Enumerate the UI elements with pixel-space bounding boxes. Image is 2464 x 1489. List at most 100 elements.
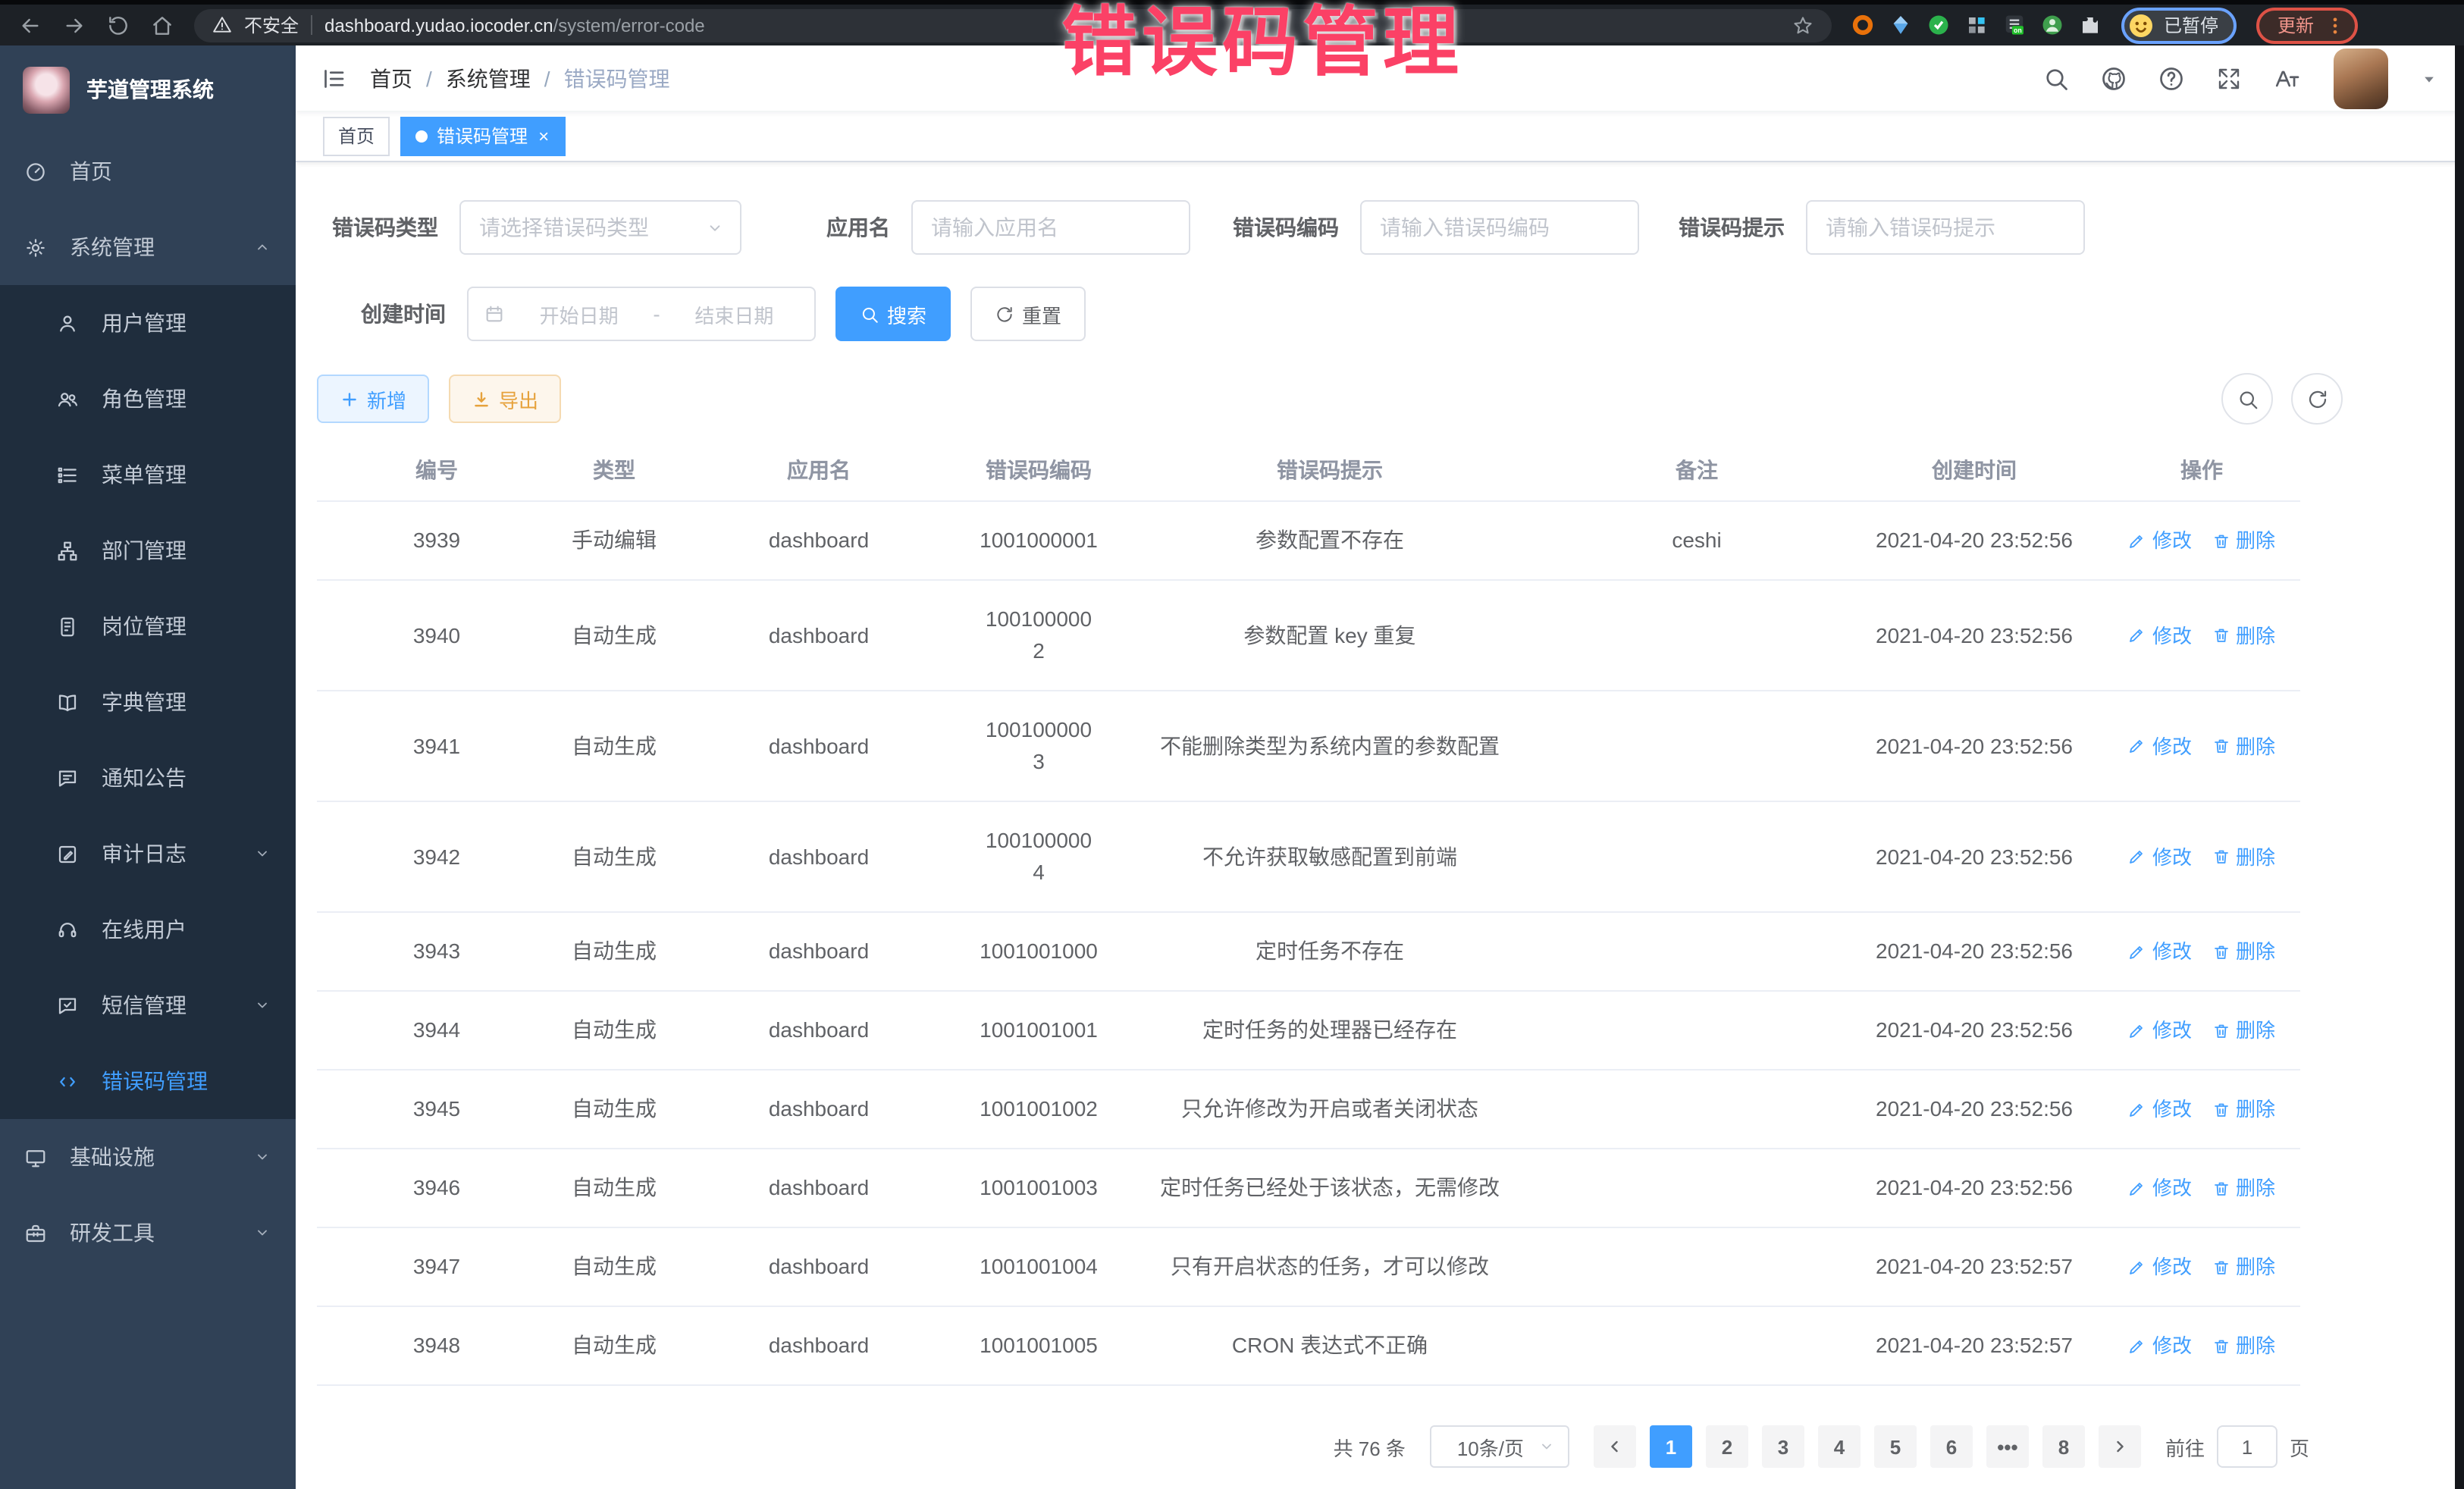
edit-link[interactable]: 修改 [2128,619,2192,651]
sidebar-item-notice[interactable]: 通知公告 [0,740,296,816]
delete-link[interactable]: 删除 [2212,619,2275,651]
edit-link[interactable]: 修改 [2128,1172,2192,1204]
address-bar[interactable]: 不安全 dashboard.yudao.iocoder.cn/system/er… [194,8,1832,42]
sidebar-item-dict[interactable]: 字典管理 [0,664,296,740]
sidebar-item-infra[interactable]: 基础设施 [0,1119,296,1195]
tag-label: 错误码管理 [437,123,528,149]
pager-page-5[interactable]: 5 [1874,1425,1917,1468]
sidebar-item-dept[interactable]: 部门管理 [0,513,296,588]
github-icon[interactable] [2100,64,2127,92]
cell-type: 自动生成 [556,913,672,990]
ext-gem-icon[interactable] [1889,14,1912,36]
edit-link[interactable]: 修改 [2128,1093,2192,1125]
tag-close-icon[interactable]: × [537,127,550,145]
edit-link[interactable]: 修改 [2128,525,2192,556]
search-button[interactable]: 搜索 [835,287,951,341]
sidebar-fold-icon[interactable] [320,64,347,92]
pencil-icon [2128,737,2146,755]
delete-link[interactable]: 删除 [2212,936,2275,967]
breadcrumb-item[interactable]: 系统管理 [446,63,531,93]
ext-v-icon[interactable] [1927,14,1950,36]
search-icon[interactable] [2042,64,2070,92]
font-size-icon[interactable] [2273,64,2300,92]
app-name-input[interactable] [911,200,1190,255]
error-hint-input[interactable] [1806,200,2085,255]
edit-link[interactable]: 修改 [2128,1330,2192,1362]
ext-ring-icon[interactable] [1851,14,1874,36]
window-scrollbar[interactable] [2455,45,2464,1489]
edit-link[interactable]: 修改 [2128,936,2192,967]
browser-back-icon[interactable] [18,13,42,37]
show-search-button[interactable] [2221,373,2273,425]
tag[interactable]: 首页 [323,116,390,155]
error-code-input[interactable] [1360,200,1639,255]
pager-page-4[interactable]: 4 [1818,1425,1861,1468]
avatar-caret-down-icon[interactable] [2419,67,2440,89]
refresh-table-button[interactable] [2291,373,2343,425]
delete-link[interactable]: 删除 [2212,841,2275,873]
sidebar-item-post[interactable]: 岗位管理 [0,588,296,664]
delete-link[interactable]: 删除 [2212,1251,2275,1283]
pager-page-6[interactable]: 6 [1930,1425,1973,1468]
docs-question-icon[interactable] [2158,64,2185,92]
sidebar-item-error-code[interactable]: 错误码管理 [0,1043,296,1119]
delete-link[interactable]: 删除 [2212,1014,2275,1046]
delete-link[interactable]: 删除 [2212,730,2275,762]
profile-paused-chip[interactable]: 已暂停 [2121,7,2237,43]
sidebar-logo-row[interactable]: 芋道管理系统 [0,45,296,133]
ext-list-icon[interactable] [2003,14,2026,36]
sidebar-item-audit-log[interactable]: 审计日志 [0,816,296,892]
export-button[interactable]: 导出 [449,375,561,423]
browser-home-icon[interactable] [150,13,174,37]
breadcrumb-item[interactable]: 首页 [370,63,412,93]
pager-next-button[interactable] [2099,1425,2141,1468]
ext-grid-icon[interactable] [1965,14,1988,36]
sidebar-item-menu[interactable]: 菜单管理 [0,437,296,513]
sidebar-item-dev-tool[interactable]: 研发工具 [0,1195,296,1271]
tag[interactable]: 错误码管理 × [400,116,566,155]
error-type-select[interactable]: 请选择错误码类型 [459,200,741,255]
pager-page-1[interactable]: 1 [1650,1425,1692,1468]
sidebar-item-sms[interactable]: 短信管理 [0,967,296,1043]
pager-prev-button[interactable] [1594,1425,1636,1468]
fullscreen-icon[interactable] [2215,64,2243,92]
update-label: 更新 [2277,12,2314,38]
badge-icon [56,615,79,638]
pager-more[interactable]: ••• [1986,1425,2029,1468]
add-button[interactable]: 新增 [317,375,429,423]
column-header: 创建时间 [1845,441,2103,500]
ext-puzzle-icon[interactable] [2079,14,2102,36]
delete-link[interactable]: 删除 [2212,525,2275,556]
edit-link[interactable]: 修改 [2128,1251,2192,1283]
cell-app-name: dashboard [672,818,966,895]
browser-forward-icon[interactable] [62,13,86,37]
delete-link[interactable]: 删除 [2212,1330,2275,1362]
edit-link[interactable]: 修改 [2128,1014,2192,1046]
browser-update-chip[interactable]: 更新 [2256,7,2358,43]
pager-page-8[interactable]: 8 [2042,1425,2085,1468]
user-avatar[interactable] [2334,48,2388,108]
edit-link[interactable]: 修改 [2128,841,2192,873]
sidebar-item-user[interactable]: 用户管理 [0,285,296,361]
error-type-placeholder: 请选择错误码类型 [479,212,705,243]
page-size-select[interactable]: 10条/页 [1430,1425,1569,1468]
reset-button[interactable]: 重置 [970,287,1086,341]
edit-link[interactable]: 修改 [2128,730,2192,762]
delete-link[interactable]: 删除 [2212,1093,2275,1125]
browser-menu-kebab-icon[interactable] [2324,14,2346,36]
sidebar-item-label: 用户管理 [102,308,271,338]
cell-id: 3941 [317,707,556,785]
ext-person-icon[interactable] [2041,14,2064,36]
sidebar-item-home[interactable]: 首页 [0,133,296,209]
sidebar-item-online-user[interactable]: 在线用户 [0,892,296,967]
goto-page-input[interactable] [2217,1425,2277,1468]
pager-page-3[interactable]: 3 [1762,1425,1804,1468]
pager-page-2[interactable]: 2 [1706,1425,1748,1468]
divider [311,15,312,35]
sidebar-item-role[interactable]: 角色管理 [0,361,296,437]
sidebar-item-system[interactable]: 系统管理 [0,209,296,285]
bookmark-star-icon[interactable] [1792,14,1814,36]
delete-link[interactable]: 删除 [2212,1172,2275,1204]
date-range-picker[interactable]: 开始日期 - 结束日期 [467,287,816,341]
browser-reload-icon[interactable] [106,13,130,37]
